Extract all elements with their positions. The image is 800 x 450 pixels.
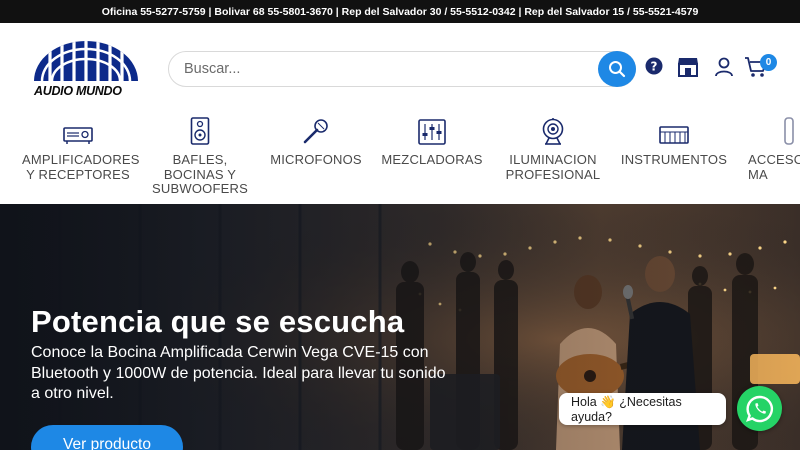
cart-count-badge: 0 (760, 54, 777, 71)
nav-label-mezcladoras: MEZCLADORAS (381, 152, 483, 167)
account-button[interactable] (714, 57, 734, 77)
microphone-icon (303, 119, 328, 144)
nav-label-instrumentos: INSTRUMENTOS (620, 152, 728, 167)
nav-item-amplificadores[interactable]: AMPLIFICADORES Y RECEPTORES (22, 111, 140, 182)
nav-label-bafles: BAFLES, BOCINAS Y SUBWOOFERS (152, 152, 248, 196)
brand-name: AUDIO MUNDO (34, 84, 122, 98)
amplifier-icon (63, 127, 93, 144)
nav-item-mezcladoras[interactable]: MEZCLADORAS (380, 111, 484, 168)
mixer-icon (418, 119, 446, 145)
nav-label-accesorios: ACCESO MA (748, 152, 800, 182)
whatsapp-icon (745, 395, 773, 422)
nav-item-accesorios[interactable]: ACCESO MA (748, 111, 800, 182)
search-icon (609, 61, 626, 78)
svg-text:?: ? (651, 60, 658, 74)
whatsapp-button[interactable] (737, 386, 782, 431)
speaker-icon (190, 117, 210, 145)
search-input[interactable]: Buscar... (184, 61, 240, 77)
nav-label-amplificadores: AMPLIFICADORES Y RECEPTORES (22, 152, 140, 182)
search-button[interactable] (598, 51, 636, 87)
nav-label-microfonos: MICROFONOS (270, 152, 362, 167)
logo-dome-icon (34, 41, 138, 82)
hero-title: Potencia que se escucha (31, 304, 405, 339)
contact-bar: Oficina 55-5277-5759 | Bolivar 68 55-580… (0, 0, 800, 23)
site-header: AUDIO MUNDO Buscar... ? 0 (0, 23, 800, 111)
nav-item-bafles[interactable]: BAFLES, BOCINAS Y SUBWOOFERS (150, 111, 250, 197)
accessory-icon (784, 117, 794, 145)
category-nav: AMPLIFICADORES Y RECEPTORES BAFLES, BOCI… (0, 111, 800, 204)
account-icon (715, 57, 733, 77)
nav-item-microfonos[interactable]: MICROFONOS (268, 111, 364, 168)
contact-bar-text: Oficina 55-5277-5759 | Bolivar 68 55-580… (101, 5, 699, 18)
search-bar[interactable]: Buscar... (168, 51, 636, 87)
nav-item-instrumentos[interactable]: INSTRUMENTOS (620, 111, 728, 168)
chat-greeting-bubble[interactable]: Hola 👋 ¿Necesitas ayuda? (559, 393, 726, 425)
hero-subtitle: Conoce la Bocina Amplificada Cerwin Vega… (31, 344, 446, 402)
keyboard-icon (659, 126, 689, 144)
store-button[interactable] (677, 57, 699, 77)
view-product-button[interactable]: Ver producto (31, 425, 183, 450)
chat-greeting-text: Hola 👋 ¿Necesitas ayuda? (571, 394, 682, 424)
store-icon (678, 58, 698, 77)
help-button[interactable]: ? (645, 57, 663, 75)
nav-item-iluminacion[interactable]: ILUMINACION PROFESIONAL (500, 111, 606, 182)
help-icon: ? (645, 57, 663, 75)
stage-light-icon (542, 118, 564, 145)
nav-label-iluminacion: ILUMINACION PROFESIONAL (505, 152, 601, 182)
